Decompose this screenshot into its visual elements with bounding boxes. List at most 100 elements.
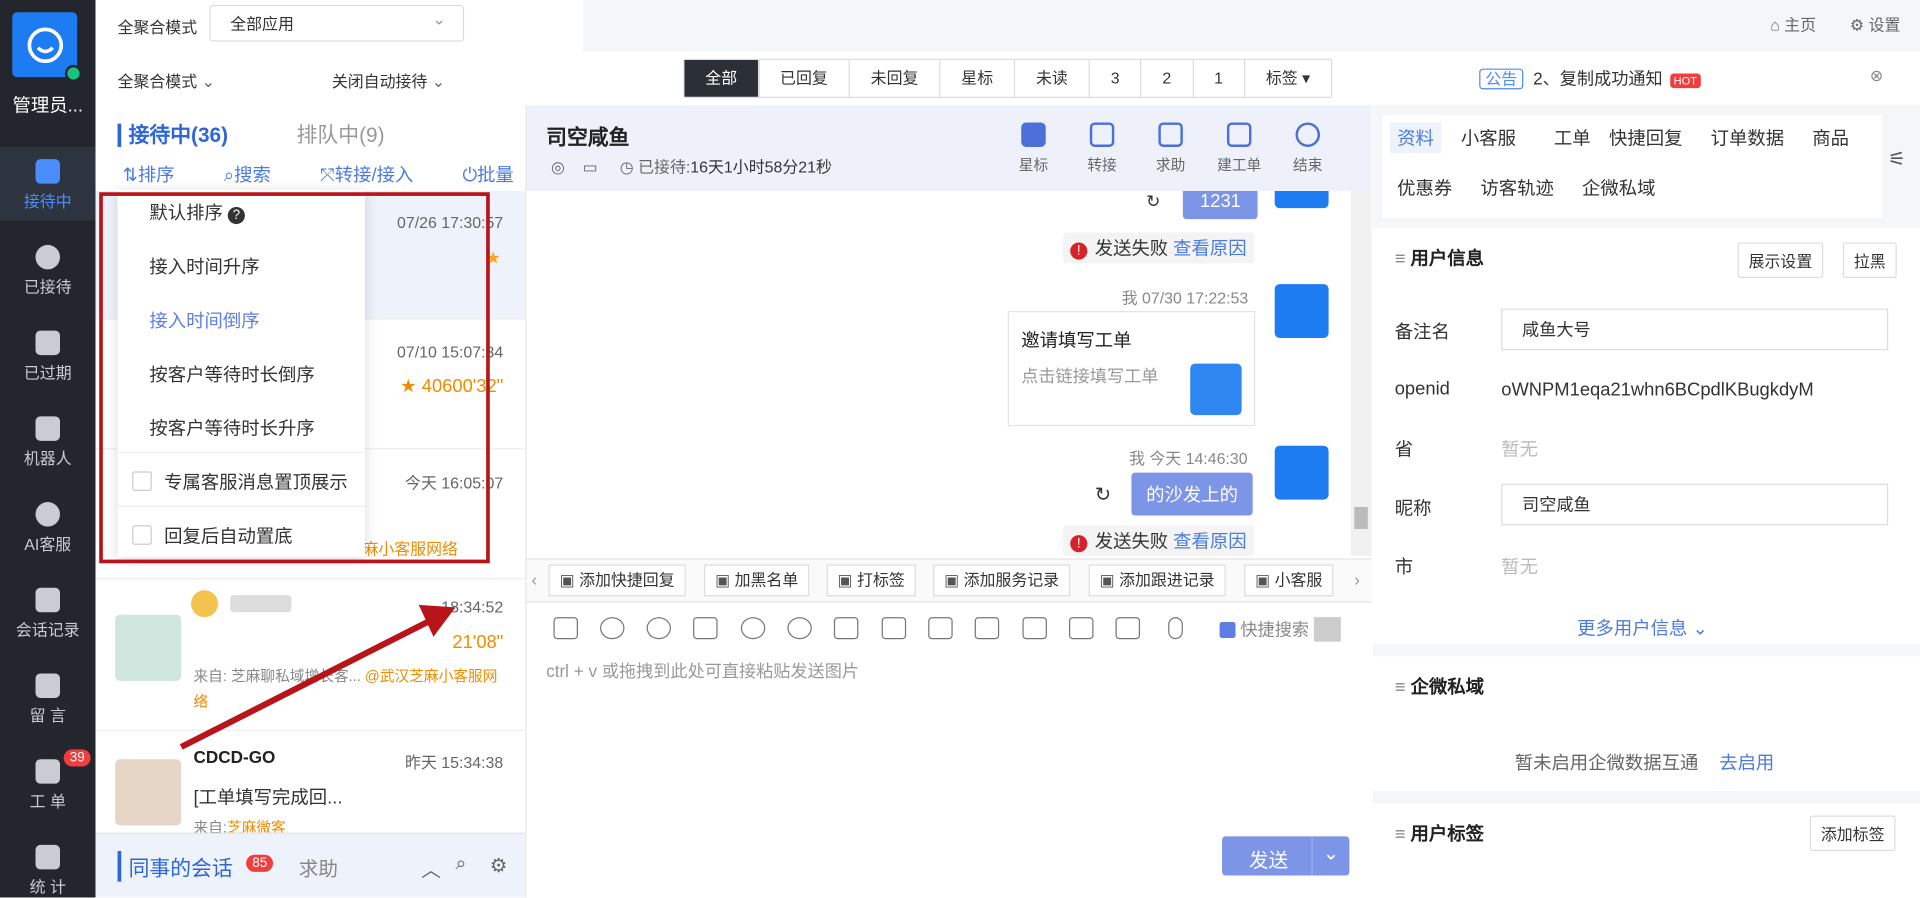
blacklist-button[interactable]: 加黑名单 (704, 564, 810, 597)
star-button[interactable]: 星标 (999, 122, 1068, 175)
chevron-up-icon[interactable]: ︿ (421, 853, 441, 882)
tab-colleague[interactable]: 同事的会话 (117, 851, 233, 882)
app-root: 管理员... 接待中 已接待 已过期 机器人 AI客服 会话记录 留 言 工 单… (0, 0, 1920, 898)
end-button[interactable]: 结束 (1273, 122, 1342, 175)
wecom-enable-link[interactable]: 去启用 (1719, 749, 1774, 775)
create-ticket-button[interactable]: 建工单 (1205, 122, 1274, 175)
tab-order-data[interactable]: 订单数据 (1711, 125, 1784, 151)
chevron-down-icon[interactable]: ⌄ (1311, 836, 1349, 876)
gear-icon[interactable]: ⚙ (490, 853, 508, 877)
add-followup-button[interactable]: 添加跟进记录 (1088, 564, 1226, 597)
tab-visitor-track[interactable]: 访客轨迹 (1480, 175, 1553, 201)
search-icon[interactable]: ⌕ (456, 853, 467, 875)
agent-avatar (1274, 284, 1329, 338)
add-quick-reply-button[interactable]: 添加快捷回复 (548, 564, 686, 597)
filter-3[interactable]: 3 (1090, 60, 1142, 97)
filter-2[interactable]: 2 (1142, 60, 1194, 97)
send-button[interactable]: 发送 ⌄ (1222, 836, 1350, 876)
view-reason-link[interactable]: 查看原因 (1173, 239, 1246, 260)
show-settings-button[interactable]: 展示设置 (1737, 242, 1824, 278)
filter-replied[interactable]: 已回复 (759, 60, 850, 97)
message-scrollbar[interactable] (1350, 191, 1372, 556)
scissors-icon[interactable] (693, 617, 718, 640)
scroll-thumb[interactable] (1354, 506, 1368, 529)
filter-settings-icon[interactable]: ⚟ (1888, 147, 1906, 171)
video-icon[interactable] (1022, 617, 1047, 640)
tab-quick-reply[interactable]: 快捷回复 (1609, 125, 1682, 151)
wecom-title: 企微私域 (1395, 673, 1484, 699)
ticket-icon (1226, 122, 1252, 147)
tag-button[interactable]: 打标签 (826, 564, 916, 597)
settings-link[interactable]: ⚙ 设置 (1850, 16, 1901, 34)
upload-icon[interactable] (881, 617, 907, 640)
nickname-field[interactable]: 司空咸鱼 (1501, 483, 1889, 526)
wecom-section: 企微私域 暂未启用企微数据互通 去启用 (1372, 656, 1920, 792)
avatar (115, 759, 182, 826)
remark-field[interactable]: 咸鱼大号 (1501, 308, 1889, 351)
box-icon[interactable] (1068, 617, 1094, 640)
form-icon[interactable] (974, 617, 1000, 640)
retry-icon[interactable]: ↻ (1095, 482, 1111, 506)
wecom-message: 暂未启用企微数据互通 (1514, 753, 1699, 774)
chat-actions: 星标 转接 求助 建工单 结束 (999, 122, 1342, 175)
chevron-left-icon[interactable]: ‹ (531, 569, 537, 589)
nav-item-stats[interactable]: 统 计 (0, 833, 96, 898)
close-icon[interactable]: ⊗ (1870, 66, 1883, 86)
timer-icon: ◷ (619, 157, 634, 177)
location-icon: ◎ (551, 157, 565, 177)
home-label: 主页 (1784, 15, 1817, 35)
openid-label: openid (1394, 378, 1450, 400)
chevron-right-icon[interactable]: › (1354, 569, 1360, 589)
inbox-icon[interactable] (928, 617, 953, 640)
form-icon (1190, 363, 1242, 416)
view-reason-link[interactable]: 查看原因 (1173, 531, 1246, 552)
ticket-card[interactable]: 邀请填写工单 点击链接填写工单 (1007, 311, 1256, 427)
filter-all[interactable]: 全部 (684, 60, 760, 97)
province-value: 暂无 (1501, 439, 1538, 461)
invite-icon[interactable] (740, 617, 766, 640)
blacklist-button[interactable]: 拉黑 (1842, 242, 1897, 278)
star-icon (1021, 122, 1046, 147)
filter-unreplied[interactable]: 未回复 (850, 60, 941, 97)
filter-1[interactable]: 1 (1193, 60, 1246, 97)
message-meta: 我 今天 14:46:30 (1128, 449, 1248, 468)
timer-48-icon[interactable] (787, 617, 812, 640)
top-strip (582, 0, 1920, 52)
add-service-record-button[interactable]: 添加服务记录 (933, 564, 1071, 597)
add-tag-button[interactable]: 添加标签 (1809, 815, 1896, 852)
agent-avatar (1274, 445, 1329, 500)
mini-service-button[interactable]: 小客服 (1244, 564, 1334, 597)
message-input[interactable]: ctrl + v 或拖拽到此处可直接粘贴发送图片 (546, 659, 859, 683)
transfer-button[interactable]: 转接 (1068, 122, 1137, 175)
filter-tags[interactable]: 标签 ▾ (1245, 60, 1331, 97)
microphone-icon[interactable] (1168, 617, 1183, 640)
retry-icon[interactable]: ↻ (1146, 191, 1160, 212)
tab-ticket[interactable]: 工单 (1554, 125, 1591, 151)
home-link[interactable]: ⌂ 主页 (1770, 16, 1816, 34)
tab-help[interactable]: 求助 (299, 852, 338, 881)
tab-mini-service[interactable]: 小客服 (1461, 125, 1516, 151)
emoji-icon[interactable] (646, 617, 672, 640)
quick-search-toggle[interactable]: 快捷搜索 (1219, 617, 1341, 642)
id-card-icon[interactable] (1115, 617, 1141, 640)
message-bubble[interactable]: 1231 (1182, 191, 1259, 220)
robot-toggle-icon[interactable] (1313, 617, 1341, 642)
image-icon[interactable] (553, 617, 578, 640)
message-bubble[interactable]: 的沙发上的 (1131, 472, 1253, 516)
nickname-label: 昵称 (1394, 498, 1432, 520)
create-ticket-label: 建工单 (1217, 156, 1262, 174)
tab-coupon[interactable]: 优惠券 (1397, 175, 1452, 201)
tab-wecom[interactable]: 企微私域 (1582, 175, 1655, 201)
clock-icon[interactable] (600, 617, 625, 640)
folder-icon[interactable] (833, 617, 859, 640)
help-button[interactable]: 求助 (1136, 122, 1205, 175)
more-user-info-link[interactable]: 更多用户信息 ⌄ (1577, 615, 1708, 641)
tab-goods[interactable]: 商品 (1812, 125, 1849, 151)
notice-bar[interactable]: 公告 2、复制成功通知 HOT (1479, 66, 1701, 90)
filter-unread[interactable]: 未读 (1015, 60, 1090, 97)
tab-profile[interactable]: 资料 (1389, 122, 1442, 154)
notice-tag: 公告 (1479, 68, 1524, 90)
transfer-icon (1089, 122, 1115, 147)
filter-starred[interactable]: 星标 (940, 60, 1016, 97)
checkbox-checked-icon (1219, 622, 1236, 638)
